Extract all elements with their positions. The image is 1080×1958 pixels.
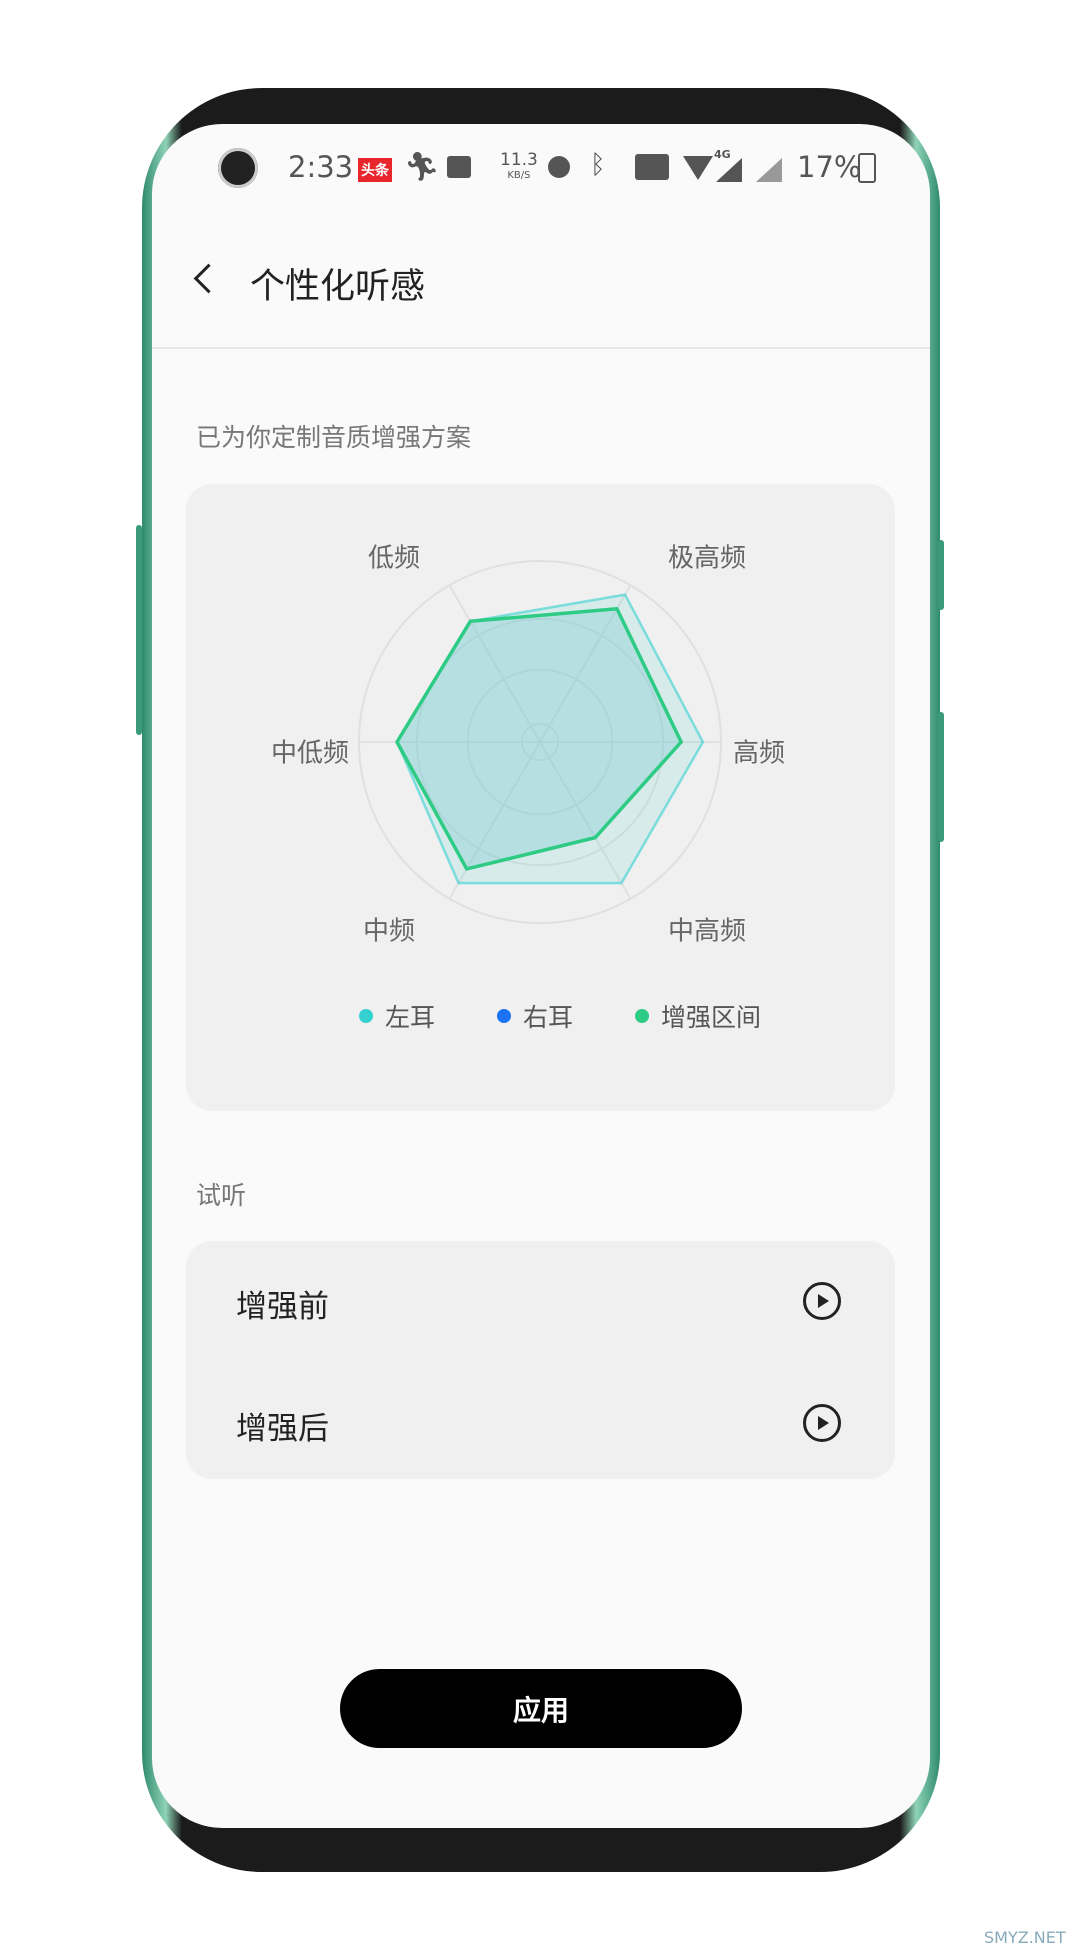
row-label: 增强前 xyxy=(236,1289,329,1325)
preview-after-row[interactable]: 增强后 xyxy=(186,1360,895,1479)
preview-card: 增强前 增强后 xyxy=(186,1241,895,1479)
legend-dot xyxy=(497,1009,512,1023)
no-signal-icon xyxy=(756,158,782,182)
legend-item-right-ear: 右耳 xyxy=(497,998,573,1034)
page-title: 个性化听感 xyxy=(250,267,426,307)
status-time: 2:33 xyxy=(288,150,354,184)
legend-label: 右耳 xyxy=(523,1003,574,1032)
legend-dot xyxy=(635,1009,650,1023)
axis-label: 中频 xyxy=(362,916,416,947)
watermark: SMYZ.NET xyxy=(984,1928,1066,1947)
row-label: 增强后 xyxy=(236,1411,329,1447)
bluetooth-icon: ᛒ xyxy=(590,150,606,180)
net-speed-unit: KB/S xyxy=(507,170,531,181)
axis-label: 中高频 xyxy=(667,916,747,947)
axis-label: 中低频 xyxy=(270,738,350,769)
side-button xyxy=(938,712,944,842)
side-button xyxy=(938,540,944,610)
section-title: 已为你定制音质增强方案 xyxy=(196,423,472,452)
battery-percent: 17% xyxy=(797,150,862,184)
side-button xyxy=(136,525,142,735)
legend: 左耳 右耳 增强区间 xyxy=(359,998,761,1034)
net-speed-value: 11.3 xyxy=(500,150,538,170)
play-circle-icon[interactable] xyxy=(803,1282,841,1320)
battery-icon xyxy=(858,153,876,183)
legend-label: 左耳 xyxy=(385,1003,436,1032)
toutiao-app-icon: 头条 xyxy=(358,158,392,182)
network-type: 4G xyxy=(714,148,731,161)
legend-label: 增强区间 xyxy=(661,1003,762,1032)
legend-item-left-ear: 左耳 xyxy=(359,998,435,1034)
running-icon: 🏃︎ xyxy=(404,150,440,183)
section-title: 试听 xyxy=(196,1181,247,1210)
image-icon xyxy=(447,156,471,178)
preview-before-row[interactable]: 增强前 xyxy=(186,1241,895,1360)
header-divider xyxy=(152,347,930,349)
wifi-icon xyxy=(683,156,713,180)
signal-icon xyxy=(716,158,742,182)
volte-icon xyxy=(635,154,669,180)
axis-label: 极高频 xyxy=(667,543,747,574)
apply-button[interactable]: 应用 xyxy=(340,1669,742,1748)
alarm-icon xyxy=(548,156,570,178)
net-speed: 11.3 KB/S xyxy=(500,152,538,184)
play-circle-icon[interactable] xyxy=(803,1404,841,1442)
legend-item-enhance: 增强区间 xyxy=(635,998,761,1034)
legend-dot xyxy=(359,1009,373,1023)
axis-label: 低频 xyxy=(367,543,421,574)
axis-label: 高频 xyxy=(732,738,786,769)
camera-cutout xyxy=(218,148,258,188)
